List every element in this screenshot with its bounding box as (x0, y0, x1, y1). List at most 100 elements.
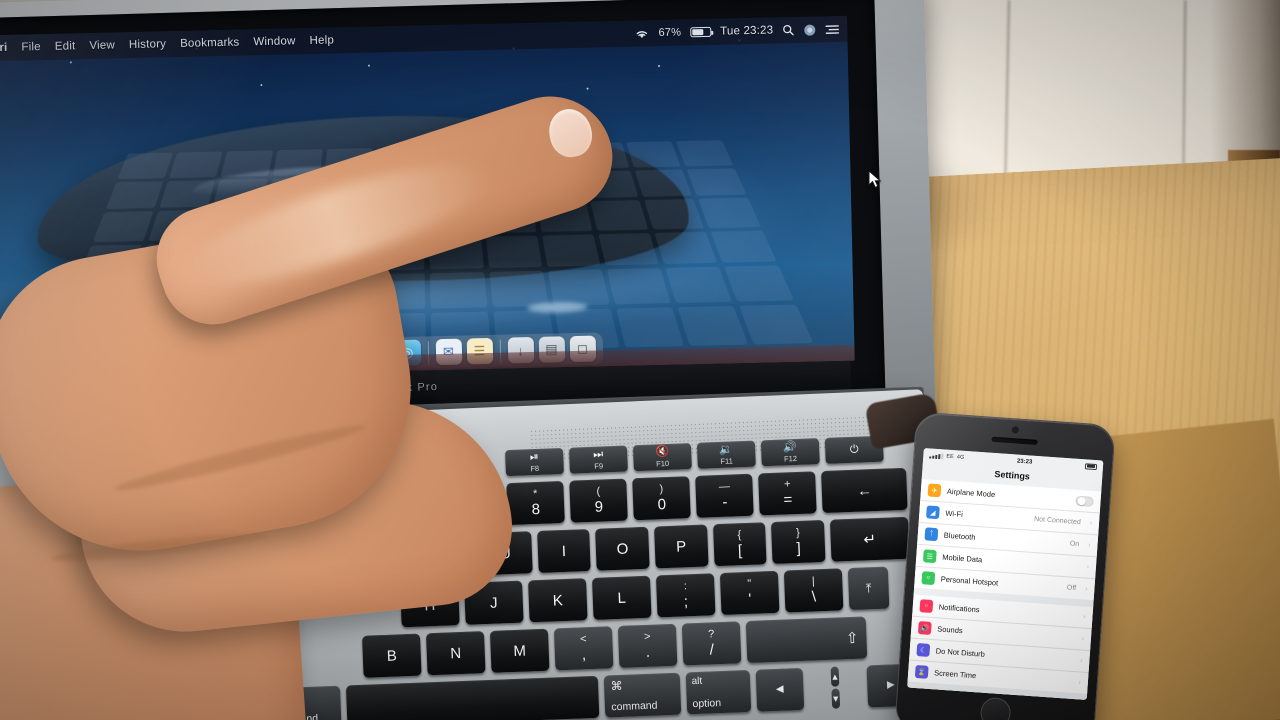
key-equals[interactable]: + = (758, 471, 818, 516)
settings-row-label: Airplane Mode (946, 486, 996, 500)
settings-row-label: Notifications (938, 602, 980, 615)
arrow-down-key[interactable]: ▼ (830, 688, 841, 709)
menu-item-help[interactable]: Help (302, 34, 341, 47)
menu-item-edit[interactable]: Edit (48, 40, 83, 53)
key-slash-shift: ? (707, 628, 715, 641)
arrow-down-glyph: ▼ (831, 693, 841, 704)
chevron-right-icon: › (1081, 635, 1085, 643)
settings-row-label: Personal Hotspot (940, 574, 999, 588)
key-bracket-left-main: [ (737, 542, 743, 560)
key-minus-shift: — (718, 480, 731, 493)
menu-item-bookmarks[interactable]: Bookmarks (173, 36, 247, 50)
arrow-up-down-keys[interactable]: ▲ ▼ (808, 666, 862, 710)
menu-bar-clock[interactable]: Tue 23:23 (720, 24, 773, 37)
arrow-up-key[interactable]: ▲ (830, 666, 840, 687)
key-equals-shift: + (783, 478, 791, 491)
network-type-label: 4G (956, 453, 965, 461)
key-equals-main: = (783, 491, 793, 509)
battery-icon[interactable] (690, 26, 712, 38)
key-semicolon-main: ; (683, 593, 689, 611)
control-center-icon[interactable] (825, 23, 840, 34)
f11-label: F11 (720, 455, 733, 466)
key-quote[interactable]: " ' (719, 570, 780, 615)
chevron-right-icon: › (1086, 563, 1090, 571)
menu-item-file[interactable]: File (14, 41, 48, 54)
menu-bar-status-area: 67% Tue 23:23 (634, 22, 847, 40)
menu-item-safari[interactable]: Safari (0, 42, 15, 55)
sounds-icon: 🔊 (917, 621, 932, 635)
key-backslash-main: \ (811, 588, 817, 606)
backspace-key[interactable]: ← (821, 467, 908, 514)
menu-item-history[interactable]: History (122, 38, 173, 51)
wifi-icon[interactable] (634, 28, 649, 39)
key-bracket-left[interactable]: { [ (712, 522, 767, 567)
arrow-right-glyph: ▶ (886, 679, 895, 691)
volume-down-key[interactable]: 🔉 F11 (696, 440, 756, 469)
shift-glyph: ⇧ (845, 629, 859, 647)
settings-row-value: Not Connected (1033, 515, 1081, 527)
settings-group-notifications: ▫ Notifications › 🔊 Sounds › ☾ Do Not Di… (907, 594, 1094, 695)
hotspot-icon: ○ (921, 571, 936, 586)
power-glyph: ⏻ (849, 443, 859, 456)
chevron-right-icon: › (1089, 519, 1093, 527)
carrier-label: EE (946, 453, 955, 460)
iphone-screen: EE 4G 23:23 Settings ✈ Airplane Mode ◢ W… (907, 448, 1104, 700)
settings-row-label: Wi-Fi (945, 508, 964, 519)
arrow-left-key[interactable]: ◀ (755, 667, 805, 712)
enter-glyph: ↵ (863, 530, 877, 548)
arrow-up-glyph: ▲ (830, 671, 840, 682)
key-semicolon[interactable]: : ; (655, 573, 716, 618)
settings-list: ✈ Airplane Mode ◢ Wi-Fi Not Connected › … (907, 478, 1102, 700)
search-icon[interactable] (782, 24, 794, 36)
key-p-main: P (675, 537, 687, 556)
chevron-right-icon: › (1087, 541, 1091, 549)
key-backslash-shift: | (811, 575, 815, 588)
key-slash[interactable]: ? / (681, 621, 742, 666)
settings-row-label: Do Not Disturb (935, 646, 986, 659)
chevron-right-icon: › (1079, 657, 1083, 665)
volume-down-glyph: 🔉 (719, 442, 734, 456)
return-small-glyph: ⤒ (865, 581, 872, 596)
key-quote-shift: " (747, 577, 752, 590)
key-bracket-right-shift: } (795, 526, 801, 540)
volume-up-key[interactable]: 🔊 F12 (760, 438, 820, 467)
hand-pointing (0, 80, 660, 720)
settings-row-value: Off (1066, 584, 1077, 592)
siri-icon[interactable] (803, 23, 816, 36)
return-small-key[interactable]: ⤒ (847, 566, 890, 611)
f12-label: F12 (783, 453, 798, 463)
backspace-glyph: ← (856, 481, 873, 500)
mobile-data-icon: ☰ (922, 549, 937, 564)
key-backslash[interactable]: | \ (783, 568, 844, 613)
signal-strength-icon (929, 452, 944, 459)
key-semicolon-shift: : (683, 580, 688, 593)
key-bracket-right[interactable]: } ] (771, 519, 826, 564)
battery-icon (1084, 462, 1098, 470)
volume-up-glyph: 🔊 (783, 440, 798, 453)
arrow-left-glyph: ◀ (775, 683, 784, 695)
menu-item-view[interactable]: View (82, 39, 122, 52)
bluetooth-icon: ᛏ (924, 527, 939, 542)
menu-item-window[interactable]: Window (246, 35, 302, 48)
settings-row-label: Bluetooth (943, 530, 976, 542)
fingernail (545, 105, 596, 161)
key-p[interactable]: P (654, 524, 709, 569)
key-quote-main: ' (748, 590, 752, 608)
key-minus-main: - (722, 493, 728, 511)
option-key-right[interactable]: alt option (685, 669, 752, 715)
iphone-device: EE 4G 23:23 Settings ✈ Airplane Mode ◢ W… (894, 411, 1116, 720)
notifications-icon: ▫ (919, 599, 934, 614)
battery-percentage: 67% (658, 26, 682, 40)
enter-key[interactable]: ↵ (829, 516, 910, 562)
chevron-right-icon: › (1078, 679, 1082, 687)
option-key-right-label: option (692, 697, 722, 711)
key-bracket-left-shift: { (737, 529, 742, 542)
settings-row-label: Mobile Data (941, 552, 983, 565)
ios-clock: 23:23 (1016, 458, 1033, 466)
key-minus[interactable]: — - (695, 473, 755, 518)
settings-group-connectivity: ✈ Airplane Mode ◢ Wi-Fi Not Connected › … (914, 478, 1102, 601)
shift-key-right[interactable]: ⇧ (745, 616, 868, 664)
settings-row-label: Screen Time (933, 668, 977, 681)
do-not-disturb-icon: ☾ (916, 643, 931, 657)
airplane-mode-toggle[interactable] (1075, 495, 1094, 507)
